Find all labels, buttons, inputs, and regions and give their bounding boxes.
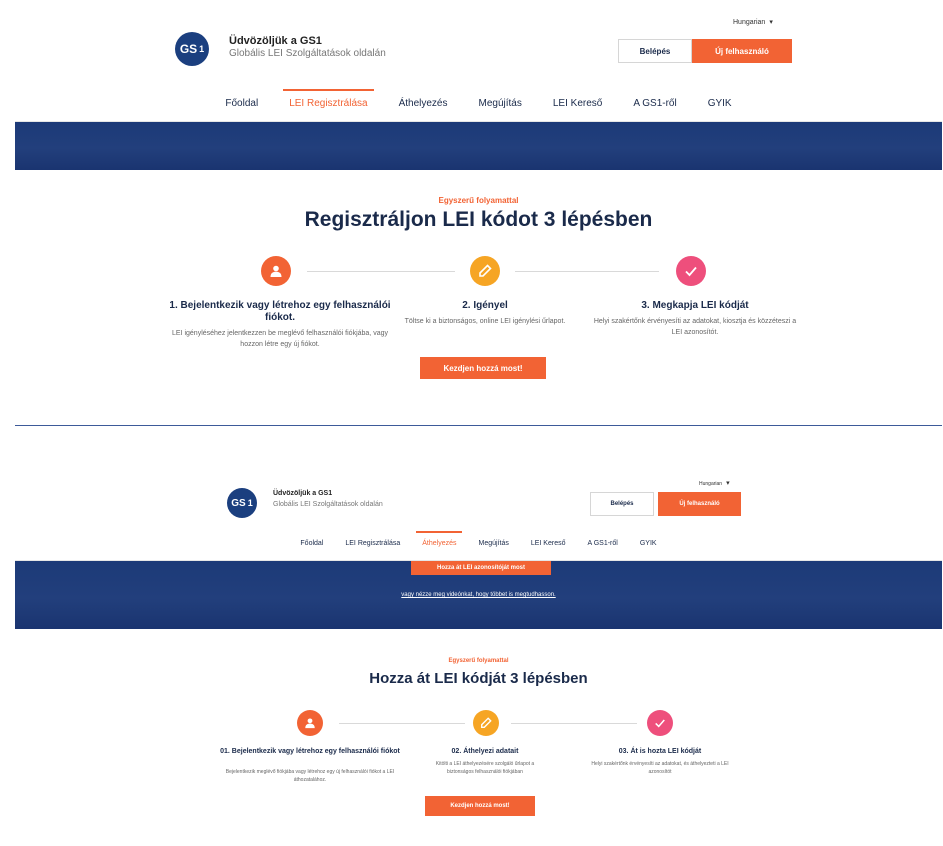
step-3-title: 3. Megkapja LEI kódját [641, 300, 749, 311]
step-3-desc: Helyi szakértőnk érvényesíti az adatokat… [593, 318, 797, 336]
hero-band: Hozza át LEI azonosítóját most vagy nézz… [15, 561, 942, 629]
nav-lei-search[interactable]: LEI Kereső [531, 540, 566, 560]
step-2-title: 02. Áthelyezi adatait [451, 748, 519, 755]
section-heading: Hozza át LEI kódját 3 lépésben [369, 670, 588, 687]
nav-faq[interactable]: GYIK [708, 98, 732, 121]
step-connector [339, 723, 465, 724]
nav-lei-registration[interactable]: LEI Regisztrálása [283, 89, 374, 121]
nav-about-gs1[interactable]: A GS1-ről [633, 98, 676, 121]
step-connector [511, 723, 637, 724]
step-2-title: 2. Igényel [462, 300, 508, 311]
logo-sub: 1 [199, 44, 205, 54]
step-1-title: 01. Bejelentkezik vagy létrehoz egy felh… [220, 748, 400, 755]
language-label: Hungarian [699, 481, 723, 487]
nav-transfer[interactable]: Áthelyezés [399, 98, 448, 121]
brand-title: Üdvözöljük a GS1 [273, 490, 333, 497]
pencil-icon [470, 256, 500, 286]
brand-subtitle: Globális LEI Szolgáltatások oldalán [273, 501, 383, 508]
user-icon [261, 256, 291, 286]
section-eyebrow: Egyszerű folyamattal [438, 196, 519, 205]
new-user-button[interactable]: Új felhasználó [658, 492, 741, 516]
main-nav: Főoldal LEI Regisztrálása Áthelyezés Meg… [15, 529, 942, 561]
nav-about-gs1[interactable]: A GS1-ről [587, 540, 617, 560]
nav-renewal[interactable]: Megújítás [479, 98, 522, 121]
login-button[interactable]: Belépés [590, 492, 654, 516]
section-heading: Regisztráljon LEI kódot 3 lépésben [304, 208, 653, 231]
nav-lei-registration[interactable]: LEI Regisztrálása [345, 540, 400, 560]
login-button[interactable]: Belépés [618, 39, 692, 63]
gs1-logo[interactable]: GS 1 [227, 488, 257, 518]
chevron-down-icon: ▾ [769, 19, 773, 26]
nav-home[interactable]: Főoldal [300, 540, 323, 560]
nav-lei-search[interactable]: LEI Kereső [553, 98, 602, 121]
logo-text: GS [231, 497, 246, 509]
brand-title: Üdvözöljük a GS1 [229, 35, 322, 47]
transfer-lei-button[interactable]: Hozza át LEI azonosítóját most [411, 561, 551, 575]
step-1-desc: Bejelentkezik meglévő fiókjába vagy létr… [225, 769, 395, 783]
language-selector[interactable]: Hungarian ▾ [733, 18, 773, 26]
nav-transfer[interactable]: Áthelyezés [416, 531, 463, 560]
hero-band [15, 122, 942, 170]
user-icon [297, 710, 323, 736]
check-icon [676, 256, 706, 286]
step-3-desc: Helyi szakértőnk érvényesíti az adatokat… [591, 761, 729, 775]
step-3-title: 03. Át is hozta LEI kódját [618, 748, 702, 755]
nav-renewal[interactable]: Megújítás [478, 540, 508, 560]
chevron-down-icon: ▾ [726, 480, 730, 487]
get-started-button[interactable]: Kezdjen hozzá most! [425, 796, 535, 816]
pencil-icon [473, 710, 499, 736]
step-connector [307, 271, 455, 272]
section-eyebrow: Egyszerű folyamattal [448, 658, 509, 664]
language-label: Hungarian [733, 19, 766, 26]
new-user-button[interactable]: Új felhasználó [692, 39, 792, 63]
screenshot-lei-transfer: GS 1 Üdvözöljük a GS1 Globális LEI Szolgá… [15, 474, 942, 846]
step-2-desc: Kitölti a LEI áthelyezésére szolgáló űrl… [435, 761, 535, 775]
step-connector [515, 271, 659, 272]
logo-text: GS [179, 42, 198, 56]
screenshot-lei-registration: GS 1 Üdvözöljük a GS1 Globális LEI Szolgá… [15, 10, 942, 426]
step-1-desc: LEI igényléséhez jelentkezzen be meglévő… [172, 330, 388, 348]
gs1-logo[interactable]: GS 1 [175, 32, 209, 66]
language-selector[interactable]: Hungarian ▾ [699, 479, 730, 487]
get-started-button[interactable]: Kezdjen hozzá most! [420, 357, 546, 379]
main-nav: Főoldal LEI Regisztrálása Áthelyezés Meg… [15, 84, 942, 122]
nav-home[interactable]: Főoldal [225, 98, 258, 121]
brand-subtitle: Globális LEI Szolgáltatások oldalán [229, 48, 386, 59]
step-1-title: 1. Bejelentkezik vagy létrehoz egy felha… [169, 300, 391, 323]
watch-video-link[interactable]: vagy nézze meg videónkat, hogy többet is… [15, 592, 942, 598]
nav-faq[interactable]: GYIK [640, 540, 657, 560]
logo-sub: 1 [247, 498, 253, 508]
step-2-desc: Töltse ki a biztonságos, online LEI igén… [404, 318, 566, 325]
check-icon [647, 710, 673, 736]
